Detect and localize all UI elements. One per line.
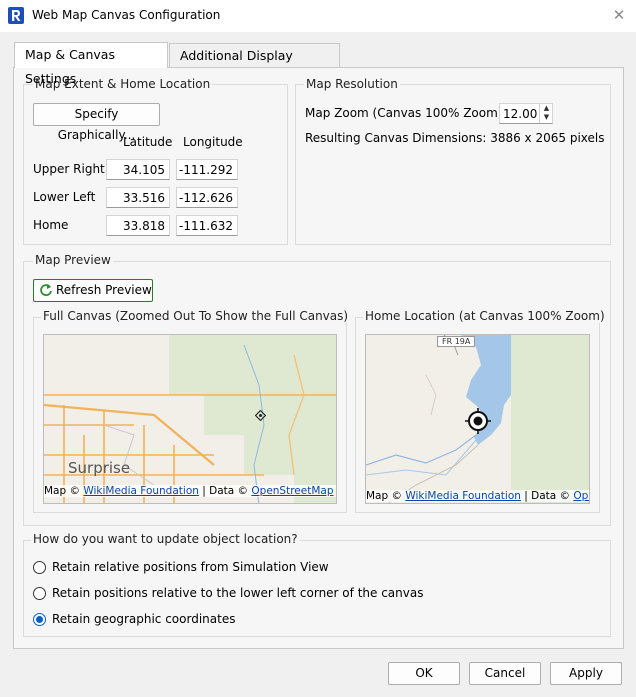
full-attrib-osm-link[interactable]: OpenStreetMap <box>251 485 333 497</box>
home-location-attribution: Map © WikiMedia Foundation | Data © Open… <box>366 490 589 502</box>
tab-additional-display-settings[interactable]: Additional Display Settings <box>169 43 340 87</box>
home-attrib-mid: | Data © <box>524 490 571 502</box>
full-attrib-mid: | Data © <box>202 485 249 497</box>
full-canvas-map[interactable]: Surprise Map © WikiMedia Foundation | Da… <box>43 334 337 504</box>
radio-geographic-coordinates-label[interactable]: Retain geographic coordinates <box>52 612 235 626</box>
map-preview-title: Map Preview <box>33 253 113 267</box>
cancel-button[interactable]: Cancel <box>469 662 541 685</box>
refresh-icon <box>39 283 53 304</box>
home-lat-input[interactable]: 33.818 <box>106 215 170 236</box>
latitude-header: Latitude <box>123 135 173 149</box>
update-location-title: How do you want to update object locatio… <box>31 532 300 546</box>
home-location-map[interactable]: FR 19A Map © WikiMedia Foundation | Data… <box>365 334 590 504</box>
lower-left-label: Lower Left <box>33 190 96 204</box>
lower-left-lon-input[interactable]: -112.626 <box>176 187 238 208</box>
radio-simulation-view[interactable] <box>33 561 46 574</box>
full-canvas-map-graphic <box>44 335 336 503</box>
upper-right-lon-input[interactable]: -111.292 <box>176 159 238 180</box>
home-attrib-prefix: Map © <box>366 490 402 502</box>
radio-geographic-coordinates[interactable] <box>33 613 46 626</box>
map-resolution-title: Map Resolution <box>304 77 400 91</box>
zoom-spinner[interactable]: ▲ ▼ <box>539 104 553 123</box>
home-attrib-osm-link[interactable]: OpenSt <box>573 490 589 502</box>
road-label: FR 19A <box>437 336 476 347</box>
window-title: Web Map Canvas Configuration <box>32 8 221 22</box>
full-attrib-wikimedia-link[interactable]: WikiMedia Foundation <box>83 485 199 497</box>
app-logo-icon <box>8 7 24 24</box>
spinner-up-icon[interactable]: ▲ <box>540 104 553 113</box>
tab-map-canvas-settings[interactable]: Map & Canvas Settings <box>14 42 168 86</box>
map-zoom-label: Map Zoom (Canvas 100% Zoom) <box>305 106 503 120</box>
specify-graphically-button[interactable]: Specify Graphically... <box>33 103 160 142</box>
home-attrib-wikimedia-link[interactable]: WikiMedia Foundation <box>405 490 521 502</box>
map-zoom-value: 12.00 <box>503 107 538 121</box>
refresh-preview-label: Refresh Preview <box>56 283 152 297</box>
home-location-title: Home Location (at Canvas 100% Zoom) <box>363 309 607 323</box>
refresh-preview-button[interactable]: Refresh Preview <box>33 279 153 302</box>
apply-button[interactable]: Apply <box>550 662 622 685</box>
radio-simulation-view-label[interactable]: Retain relative positions from Simulatio… <box>52 560 329 574</box>
home-lon-input[interactable]: -111.632 <box>176 215 238 236</box>
radio-lower-left-corner-label[interactable]: Retain positions relative to the lower l… <box>52 586 423 600</box>
home-location-map-graphic <box>366 335 589 503</box>
ok-button[interactable]: OK <box>388 662 460 685</box>
full-attrib-prefix: Map © <box>44 485 80 497</box>
upper-right-lat-input[interactable]: 34.105 <box>106 159 170 180</box>
home-label: Home <box>33 218 69 232</box>
upper-right-label: Upper Right <box>33 162 105 176</box>
longitude-header: Longitude <box>183 135 243 149</box>
full-canvas-attribution: Map © WikiMedia Foundation | Data © Open… <box>44 485 336 497</box>
surprise-city-label: Surprise <box>68 459 131 477</box>
full-canvas-title: Full Canvas (Zoomed Out To Show the Full… <box>41 309 351 323</box>
close-icon[interactable]: ✕ <box>608 5 630 25</box>
canvas-dimensions-text: Resulting Canvas Dimensions: 3886 x 2065… <box>305 131 605 145</box>
spinner-down-icon[interactable]: ▼ <box>540 113 553 122</box>
radio-lower-left-corner[interactable] <box>33 587 46 600</box>
lower-left-lat-input[interactable]: 33.516 <box>106 187 170 208</box>
